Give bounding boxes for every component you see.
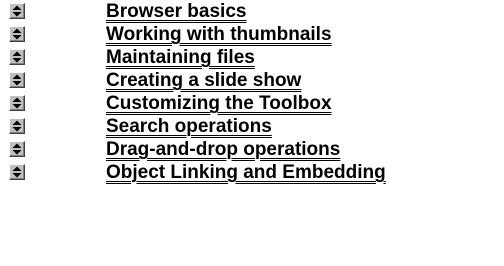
topic-row-drag-and-drop-operations[interactable]: Drag-and-drop operations [0, 139, 504, 163]
topic-row-working-with-thumbnails[interactable]: Working with thumbnails [0, 24, 504, 48]
topic-row-search-operations[interactable]: Search operations [0, 116, 504, 140]
topic-link-drag-and-drop-operations[interactable]: Drag-and-drop operations [106, 139, 340, 161]
updown-arrow-icon[interactable] [9, 26, 25, 42]
updown-arrow-icon[interactable] [9, 141, 25, 157]
topic-link-creating-a-slide-show[interactable]: Creating a slide show [106, 70, 301, 92]
topic-link-browser-basics[interactable]: Browser basics [106, 1, 246, 23]
topic-link-maintaining-files[interactable]: Maintaining files [106, 47, 255, 69]
topic-row-customizing-the-toolbox[interactable]: Customizing the Toolbox [0, 93, 504, 117]
updown-arrow-icon[interactable] [9, 118, 25, 134]
updown-arrow-icon[interactable] [9, 72, 25, 88]
updown-arrow-icon[interactable] [9, 95, 25, 111]
topic-link-customizing-the-toolbox[interactable]: Customizing the Toolbox [106, 93, 332, 115]
topic-link-object-linking-and-embedding[interactable]: Object Linking and Embedding [106, 162, 386, 184]
updown-arrow-icon[interactable] [9, 3, 25, 19]
topic-row-creating-a-slide-show[interactable]: Creating a slide show [0, 70, 504, 94]
topic-row-object-linking-and-embedding[interactable]: Object Linking and Embedding [0, 162, 504, 186]
topic-row-browser-basics[interactable]: Browser basics [0, 1, 504, 25]
updown-arrow-icon[interactable] [9, 164, 25, 180]
topic-link-working-with-thumbnails[interactable]: Working with thumbnails [106, 24, 332, 46]
topic-link-search-operations[interactable]: Search operations [106, 116, 272, 138]
updown-arrow-icon[interactable] [9, 49, 25, 65]
topic-row-maintaining-files[interactable]: Maintaining files [0, 47, 504, 71]
